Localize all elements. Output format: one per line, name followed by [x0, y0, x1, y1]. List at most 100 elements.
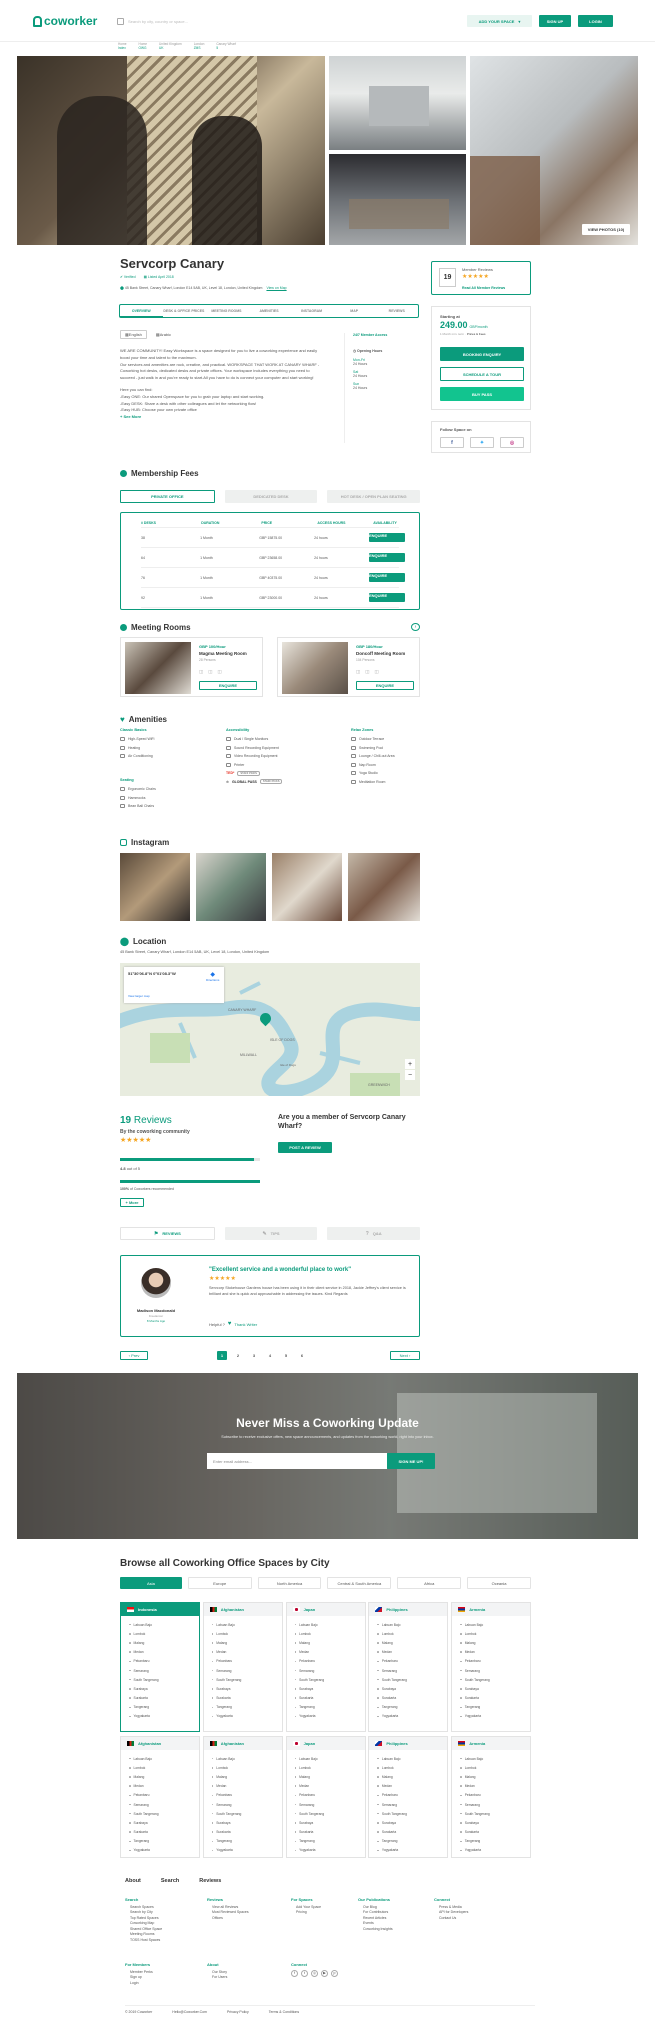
review-tab[interactable]: ? Q&A: [327, 1227, 421, 1240]
city-link[interactable]: Labuan Bajo: [377, 1620, 447, 1629]
thank-writer-link[interactable]: Thank Writer: [234, 1322, 257, 1327]
footer-nav-link[interactable]: About: [125, 1878, 141, 1884]
terms-link[interactable]: Terms & Conditions: [269, 2010, 299, 2014]
facebook-icon[interactable]: f: [440, 437, 464, 448]
city-link[interactable]: Labuan Bajo: [212, 1754, 282, 1763]
logo[interactable]: coworker: [33, 14, 97, 28]
enquire-button[interactable]: ENQUIRE: [369, 553, 405, 562]
city-link[interactable]: Medan: [129, 1648, 199, 1657]
city-link[interactable]: Yogyakarta: [377, 1846, 447, 1855]
larger-map-link[interactable]: View larger map: [128, 994, 150, 998]
city-link[interactable]: Medan: [129, 1782, 199, 1791]
footer-link[interactable]: For Users: [207, 1975, 227, 1981]
map[interactable]: 51°30'06.8"N 0°01'08.3"W ◆ Directions Vie…: [120, 963, 420, 1096]
enquire-button[interactable]: ENQUIRE: [369, 573, 405, 582]
more-button[interactable]: + More: [120, 1198, 144, 1207]
city-link[interactable]: Lombok: [460, 1763, 530, 1772]
city-link[interactable]: Surakarta: [460, 1694, 530, 1703]
region-tab[interactable]: North America: [257, 1577, 322, 1589]
booking-enquiry-button[interactable]: BOOKING ENQUIRY: [440, 347, 524, 361]
city-link[interactable]: Surabaya: [129, 1818, 199, 1827]
city-link[interactable]: Yogyakarta: [295, 1846, 365, 1855]
city-link[interactable]: Yogyakarta: [295, 1712, 365, 1721]
city-link[interactable]: Lombok: [377, 1629, 447, 1638]
city-link[interactable]: Semarang: [377, 1800, 447, 1809]
instagram-icon[interactable]: ◎: [500, 437, 524, 448]
zoom-in-button[interactable]: +: [405, 1059, 415, 1069]
city-link[interactable]: Semarang: [460, 1666, 530, 1675]
city-link[interactable]: Pekanbaru: [295, 1791, 365, 1800]
page-number[interactable]: 1: [217, 1351, 227, 1360]
zoom-out-button[interactable]: −: [405, 1070, 415, 1080]
city-link[interactable]: Labuan Bajo: [129, 1620, 199, 1629]
breadcrumb-item[interactable]: Home Index: [118, 42, 127, 54]
directions-link[interactable]: ◆ Directions: [206, 971, 219, 982]
region-tab[interactable]: Central & South America: [327, 1577, 392, 1589]
photo-2[interactable]: [329, 56, 466, 150]
country-header[interactable]: Afghanistan: [121, 1737, 199, 1750]
sign-me-up-button[interactable]: SIGN ME UP!: [387, 1453, 435, 1469]
city-link[interactable]: Medan: [212, 1648, 282, 1657]
buy-pass-button[interactable]: BUY PASS: [440, 387, 524, 401]
city-link[interactable]: Medan: [295, 1648, 365, 1657]
country-header[interactable]: Armenia: [452, 1603, 531, 1616]
review-tab[interactable]: ⚑ REVIEWS: [120, 1227, 215, 1240]
city-link[interactable]: Tangerang: [377, 1837, 447, 1846]
city-link[interactable]: Surakarta: [377, 1828, 447, 1837]
instagram-photo[interactable]: [120, 853, 190, 921]
city-link[interactable]: Yogyakarta: [129, 1846, 199, 1855]
city-link[interactable]: Pekanbaru: [212, 1791, 282, 1800]
heart-icon[interactable]: ♥: [228, 1321, 232, 1327]
view-photos-button[interactable]: VIEW PHOTOS (10): [582, 224, 630, 235]
city-link[interactable]: South Tangerang: [460, 1675, 530, 1684]
city-link[interactable]: Lombok: [460, 1629, 530, 1638]
city-link[interactable]: Labuan Bajo: [460, 1620, 530, 1629]
read-reviews-link[interactable]: Read All Member Reviews: [462, 286, 505, 290]
city-link[interactable]: Surakarta: [129, 1694, 199, 1703]
pinterest-icon[interactable]: p: [331, 1969, 338, 1977]
city-link[interactable]: Pekanbaru: [129, 1657, 199, 1666]
country-header[interactable]: Armenia: [452, 1737, 531, 1750]
city-link[interactable]: Tangerang: [212, 1703, 282, 1712]
page-number[interactable]: 4: [265, 1351, 275, 1360]
city-link[interactable]: Tangerang: [129, 1703, 199, 1712]
footer-nav-link[interactable]: Reviews: [199, 1878, 221, 1884]
see-more-link[interactable]: + See More: [120, 414, 325, 421]
room-enquire-button[interactable]: ENQUIRE: [356, 681, 414, 690]
city-link[interactable]: Lombok: [129, 1629, 199, 1638]
region-tab[interactable]: Oceania: [467, 1577, 531, 1589]
review-tab[interactable]: ✎ TIPS: [224, 1227, 318, 1240]
city-link[interactable]: Semarang: [212, 1666, 282, 1675]
footer-link[interactable]: Offices: [207, 1916, 249, 1922]
city-link[interactable]: Tangerang: [212, 1837, 282, 1846]
city-link[interactable]: Pekanbaru: [212, 1657, 282, 1666]
breadcrumb-item[interactable]: Canary Wharf 5: [216, 42, 236, 54]
footer-link[interactable]: TOSS Host Spaces: [125, 1938, 162, 1944]
email-input[interactable]: Enter email address...: [207, 1453, 387, 1469]
search-input[interactable]: Search by city, country or space...: [128, 19, 188, 24]
city-link[interactable]: Malang: [212, 1772, 282, 1781]
twitter-icon[interactable]: ✦: [470, 437, 494, 448]
facebook-icon[interactable]: f: [291, 1969, 298, 1977]
city-link[interactable]: Medan: [295, 1782, 365, 1791]
city-link[interactable]: Surakarta: [460, 1828, 530, 1837]
signup-button[interactable]: SIGN UP: [539, 15, 571, 27]
city-link[interactable]: Yogyakarta: [377, 1712, 447, 1721]
youtube-icon[interactable]: ▶: [321, 1969, 328, 1977]
country-header[interactable]: Japan: [286, 1737, 365, 1750]
tab-desk-office-prices[interactable]: DESK & OFFICE PRICES: [163, 305, 206, 317]
city-link[interactable]: Surakarta: [295, 1828, 365, 1837]
carousel-nav[interactable]: ›: [411, 623, 420, 631]
city-link[interactable]: Medan: [377, 1648, 447, 1657]
city-link[interactable]: Yogyakarta: [129, 1712, 199, 1721]
city-link[interactable]: Semarang: [295, 1666, 365, 1675]
enquire-button[interactable]: ENQUIRE: [369, 593, 405, 602]
member-reviews-box[interactable]: 19 Member Reviews ★★★★★ Read All Member …: [431, 261, 531, 295]
fee-tab[interactable]: HOT DESK / OPEN PLAN SEATING: [327, 490, 421, 503]
country-header[interactable]: Japan: [286, 1603, 365, 1616]
tab-map[interactable]: MAP: [333, 305, 376, 317]
schedule-tour-button[interactable]: SCHEDULE A TOUR: [440, 367, 524, 381]
prev-button[interactable]: ‹ Prev: [120, 1351, 148, 1360]
room-enquire-button[interactable]: ENQUIRE: [199, 681, 257, 690]
city-link[interactable]: Pekanbaru: [460, 1791, 530, 1800]
